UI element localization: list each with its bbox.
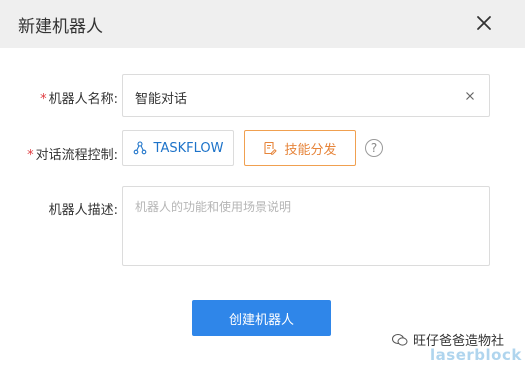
skill-dispatch-option-label: 技能分发 (284, 142, 337, 158)
skill-doc-icon (263, 141, 278, 155)
clear-x-icon[interactable] (463, 88, 477, 102)
help-question-icon[interactable]: ? (365, 139, 383, 157)
flow-nodes-icon (133, 141, 147, 155)
taskflow-option-button[interactable]: TASKFLOW (122, 130, 234, 166)
close-icon[interactable] (475, 14, 493, 32)
create-robot-button[interactable]: 创建机器人 (192, 300, 331, 336)
required-mark: * (40, 92, 47, 107)
robot-name-label-text: 机器人名称: (48, 92, 118, 107)
robot-description-field (122, 186, 490, 266)
robot-name-input[interactable] (135, 87, 455, 107)
dialog-header: 新建机器人 (0, 0, 525, 48)
new-robot-dialog: 新建机器人 *机器人名称: *对话流程控制: TASKFLOW (0, 0, 525, 367)
watermark-brand: laserblock (430, 346, 522, 364)
required-mark: * (27, 148, 34, 163)
robot-name-label: * 机器人名称: (22, 88, 118, 107)
dialog-title: 新建机器人 (18, 17, 103, 37)
robot-description-label: 机器人描述: (48, 203, 118, 218)
robot-description-textarea[interactable] (135, 198, 475, 258)
robot-name-field (122, 74, 490, 117)
chat-bubble-icon (392, 333, 408, 347)
skill-dispatch-option-button[interactable]: 技能分发 (244, 130, 356, 166)
flow-control-label: * 对话流程控制: (20, 144, 118, 163)
taskflow-option-label: TASKFLOW (153, 140, 224, 156)
flow-control-label-text: 对话流程控制: (35, 148, 118, 163)
